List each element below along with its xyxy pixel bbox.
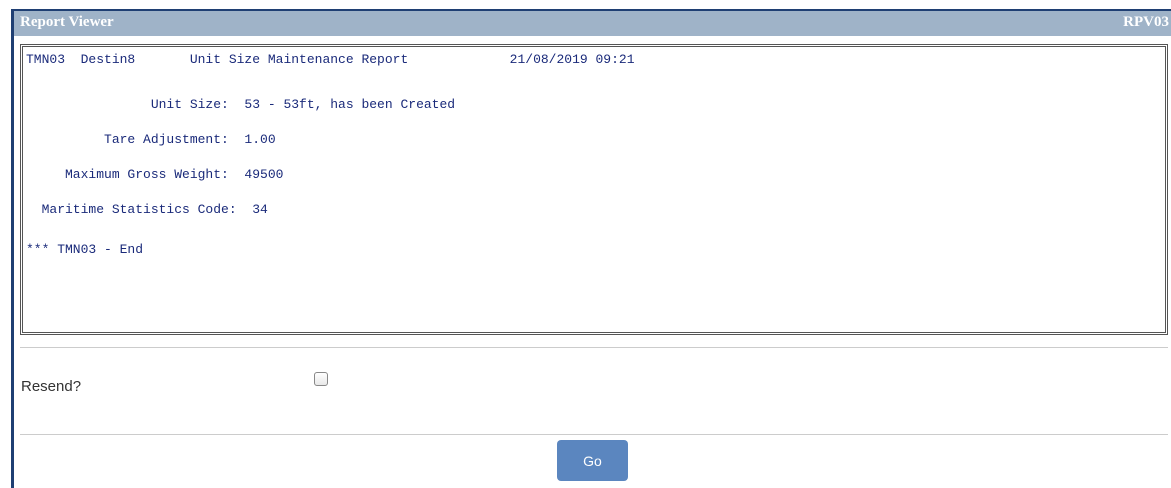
- divider: [20, 434, 1168, 435]
- report-line-max-gross-weight: Maximum Gross Weight: 49500: [26, 167, 284, 182]
- report-output[interactable]: TMN03 Destin8 Unit Size Maintenance Repo…: [20, 44, 1168, 335]
- resend-label: Resend?: [21, 378, 82, 395]
- report-line-unit-size: Unit Size: 53 - 53ft, has been Created: [26, 97, 456, 112]
- report-header-line: TMN03 Destin8 Unit Size Maintenance Repo…: [26, 52, 635, 67]
- report-line-maritime-code: Maritime Statistics Code: 34: [26, 202, 268, 217]
- divider: [20, 347, 1168, 348]
- report-line-tare-adjustment: Tare Adjustment: 1.00: [26, 132, 276, 147]
- title-bar: Report Viewer RPV03: [14, 11, 1171, 36]
- window-code: RPV03: [1123, 14, 1169, 30]
- report-end-line: *** TMN03 - End: [26, 242, 144, 257]
- report-viewer-window: Report Viewer RPV03 TMN03 Destin8 Unit S…: [11, 9, 1171, 488]
- go-button[interactable]: Go: [557, 440, 628, 481]
- window-title: Report Viewer: [20, 14, 114, 30]
- resend-checkbox[interactable]: [314, 372, 328, 386]
